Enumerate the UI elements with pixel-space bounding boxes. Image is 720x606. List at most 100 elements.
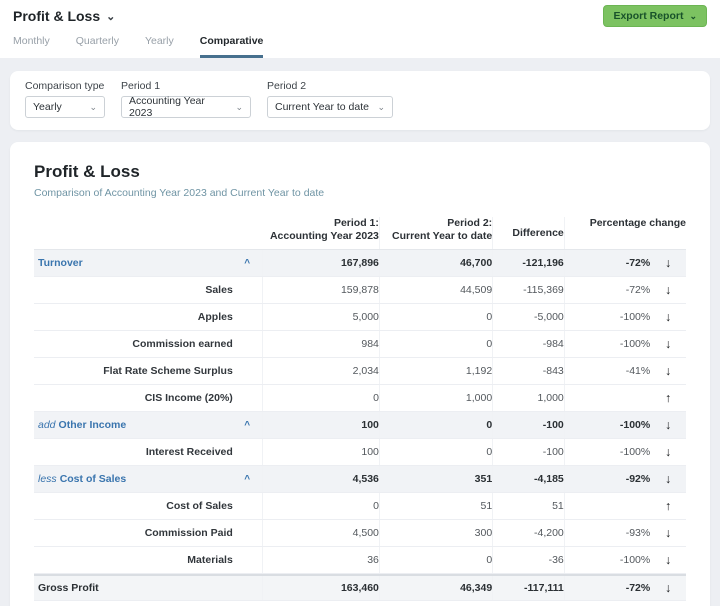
period2-group: Period 2 Current Year to date ⌄	[267, 80, 393, 118]
tab-monthly[interactable]: Monthly	[13, 35, 50, 58]
period1-value: 4,536	[263, 466, 380, 492]
difference-value: 1,000	[493, 385, 565, 411]
chevron-spacer	[233, 493, 263, 519]
decrease-arrow-icon: ↓	[650, 256, 686, 270]
row-label: Sales	[34, 284, 233, 296]
chevron-spacer	[233, 439, 263, 465]
report-type-dropdown[interactable]: Profit & Loss ⌄	[13, 8, 115, 24]
period1-value: Accounting Year 2023	[129, 95, 227, 119]
tab-comparative[interactable]: Comparative	[200, 35, 264, 58]
period2-value: 0	[380, 304, 493, 330]
percentage-value: -100%	[565, 439, 650, 465]
period2-label: Period 2	[267, 80, 393, 92]
chevron-down-icon: ⌄	[689, 11, 697, 22]
comparison-type-select[interactable]: Yearly ⌄	[25, 96, 105, 118]
period2-value: 0	[380, 439, 493, 465]
period2-value: 351	[380, 466, 493, 492]
table-row: CIS Income (20%)01,0001,000↑	[34, 385, 686, 412]
difference-value: -984	[493, 331, 565, 357]
period1-value: 0	[263, 493, 380, 519]
row-label: Apples	[34, 311, 233, 323]
period1-value: 100	[263, 412, 380, 438]
period2-value: 0	[380, 547, 493, 573]
period1-value: 100	[263, 439, 380, 465]
collapse-chevron-icon[interactable]: ^	[233, 412, 263, 438]
table-row: Gross Profit163,46046,349-117,111-72%↓	[34, 574, 686, 601]
period2-value: 1,192	[380, 358, 493, 384]
table-row: Materials360-36-100%↓	[34, 547, 686, 574]
difference-value: -5,000	[493, 304, 565, 330]
chevron-spacer	[233, 277, 263, 303]
table-row: Commission Paid4,500300-4,200-93%↓	[34, 520, 686, 547]
row-label[interactable]: addOther Income	[34, 419, 233, 431]
table-row: Turnover^167,89646,700-121,196-72%↓	[34, 250, 686, 277]
tab-quarterly[interactable]: Quarterly	[76, 35, 119, 58]
chevron-spacer	[233, 520, 263, 546]
row-label: Flat Rate Scheme Surplus	[34, 365, 233, 377]
table-row: Cost of Sales05151↑	[34, 493, 686, 520]
difference-value: -117,111	[493, 576, 565, 600]
period2-value: 0	[380, 412, 493, 438]
percentage-value: -92%	[565, 466, 650, 492]
export-report-button[interactable]: Export Report ⌄	[603, 5, 707, 27]
report-card: Profit & Loss Comparison of Accounting Y…	[10, 142, 710, 606]
decrease-arrow-icon: ↓	[650, 283, 686, 297]
percentage-value: -41%	[565, 358, 650, 384]
chevron-down-icon: ⌄	[89, 102, 97, 113]
percentage-value: -100%	[565, 331, 650, 357]
row-label[interactable]: lessCost of Sales	[34, 473, 233, 485]
period2-value: 44,509	[380, 277, 493, 303]
difference-value: -121,196	[493, 250, 565, 276]
percentage-value: -72%	[565, 250, 650, 276]
increase-arrow-icon: ↑	[650, 499, 686, 513]
collapse-chevron-icon[interactable]: ^	[233, 250, 263, 276]
row-label: CIS Income (20%)	[34, 392, 233, 404]
period1-select[interactable]: Accounting Year 2023 ⌄	[121, 96, 251, 118]
decrease-arrow-icon: ↓	[650, 472, 686, 486]
table-row: Interest Received1000-100-100%↓	[34, 439, 686, 466]
report-tabs: Monthly Quarterly Yearly Comparative	[13, 35, 263, 58]
percentage-value: -100%	[565, 304, 650, 330]
difference-value: -115,369	[493, 277, 565, 303]
row-label: Materials	[34, 554, 233, 566]
row-label[interactable]: Turnover	[34, 257, 233, 269]
tab-yearly[interactable]: Yearly	[145, 35, 174, 58]
chevron-spacer	[233, 304, 263, 330]
percentage-value: -72%	[565, 277, 650, 303]
period2-select[interactable]: Current Year to date ⌄	[267, 96, 393, 118]
top-bar: Profit & Loss ⌄ Export Report ⌄ Monthly Q…	[0, 0, 720, 58]
decrease-arrow-icon: ↓	[650, 553, 686, 567]
comparison-type-group: Comparison type Yearly ⌄	[25, 80, 105, 118]
period2-value: 51	[380, 493, 493, 519]
period2-value: Current Year to date	[275, 101, 369, 113]
percentage-value: -100%	[565, 547, 650, 573]
column-header-period1: Period 1: Accounting Year 2023	[263, 217, 380, 249]
table-row: Sales159,87844,509-115,369-72%↓	[34, 277, 686, 304]
page-title: Profit & Loss	[13, 8, 100, 24]
collapse-chevron-icon[interactable]: ^	[233, 466, 263, 492]
column-header-percentage: Percentage change	[565, 217, 686, 249]
decrease-arrow-icon: ↓	[650, 310, 686, 324]
comparison-type-label: Comparison type	[25, 80, 105, 92]
difference-value: 51	[493, 493, 565, 519]
percentage-value: -100%	[565, 412, 650, 438]
period1-label: Period 1	[121, 80, 251, 92]
difference-value: -4,200	[493, 520, 565, 546]
filter-bar: Comparison type Yearly ⌄ Period 1 Accoun…	[10, 71, 710, 130]
period1-group: Period 1 Accounting Year 2023 ⌄	[121, 80, 251, 118]
table-row: addOther Income^1000-100-100%↓	[34, 412, 686, 439]
row-label: Commission earned	[34, 338, 233, 350]
difference-value: -843	[493, 358, 565, 384]
report-subtitle: Comparison of Accounting Year 2023 and C…	[34, 187, 686, 199]
row-label: Interest Received	[34, 446, 233, 458]
percentage-value	[565, 493, 650, 519]
period1-value: 163,460	[263, 576, 380, 600]
column-header-difference: Difference	[493, 217, 565, 249]
chevron-down-icon: ⌄	[235, 102, 243, 113]
chevron-spacer	[233, 331, 263, 357]
decrease-arrow-icon: ↓	[650, 364, 686, 378]
table-row: Apples5,0000-5,000-100%↓	[34, 304, 686, 331]
decrease-arrow-icon: ↓	[650, 337, 686, 351]
period1-value: 4,500	[263, 520, 380, 546]
period2-value: 300	[380, 520, 493, 546]
